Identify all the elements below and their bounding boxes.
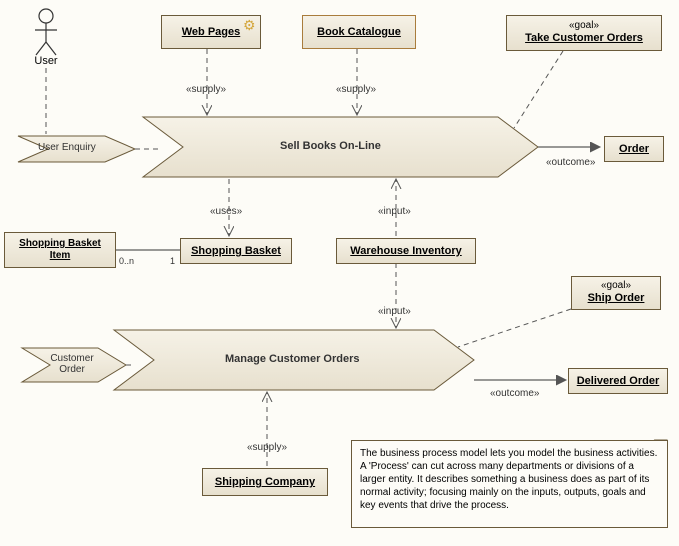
goal-stereo-1: «goal» (569, 20, 599, 32)
goal-label-2: Ship Order (588, 292, 645, 305)
node-goal-ship-order[interactable]: «goal» Ship Order (571, 276, 661, 310)
component-icon: ⚙ (243, 17, 256, 34)
label-supply-3: «supply» (247, 442, 287, 453)
node-goal-take-customer-orders[interactable]: «goal» Take Customer Orders (506, 15, 662, 51)
node-shipping-company[interactable]: Shipping Company (202, 468, 328, 496)
actor-user (35, 9, 57, 55)
shopping-basket-item-label: Shopping Basket Item (9, 238, 111, 262)
node-order[interactable]: Order (604, 136, 664, 162)
shopping-basket-label: Shopping Basket (191, 245, 281, 257)
warehouse-inventory-label: Warehouse Inventory (350, 245, 461, 257)
node-warehouse-inventory[interactable]: Warehouse Inventory (336, 238, 476, 264)
web-pages-label: Web Pages (182, 26, 241, 38)
node-shopping-basket-item[interactable]: Shopping Basket Item (4, 232, 116, 268)
mult-zero-n: 0..n (119, 256, 134, 266)
mult-one: 1 (170, 256, 175, 266)
delivered-order-label: Delivered Order (577, 375, 660, 387)
label-outcome-1: «outcome» (546, 157, 595, 168)
note-text: The business process model lets you mode… (360, 447, 659, 512)
event-user-enquiry-label: User Enquiry (38, 142, 96, 153)
goal-stereo-2: «goal» (601, 280, 631, 292)
note-box: The business process model lets you mode… (351, 440, 668, 528)
label-uses: «uses» (210, 206, 242, 217)
label-supply-1: «supply» (186, 84, 226, 95)
label-input-1: «input» (378, 206, 411, 217)
process-sell-books-label: Sell Books On-Line (280, 140, 381, 152)
node-book-catalogue[interactable]: Book Catalogue (302, 15, 416, 49)
node-delivered-order[interactable]: Delivered Order (568, 368, 668, 394)
actor-label: User (30, 55, 62, 67)
book-catalogue-label: Book Catalogue (317, 26, 401, 38)
process-manage-orders-label: Manage Customer Orders (225, 353, 359, 365)
label-outcome-2: «outcome» (490, 388, 539, 399)
label-input-2: «input» (378, 306, 411, 317)
goal-label-1: Take Customer Orders (525, 32, 643, 45)
node-shopping-basket[interactable]: Shopping Basket (180, 238, 292, 264)
label-supply-2: «supply» (336, 84, 376, 95)
order-label: Order (619, 143, 649, 155)
event-customer-order-label: Customer Order (45, 353, 99, 375)
shipping-company-label: Shipping Company (215, 476, 315, 488)
